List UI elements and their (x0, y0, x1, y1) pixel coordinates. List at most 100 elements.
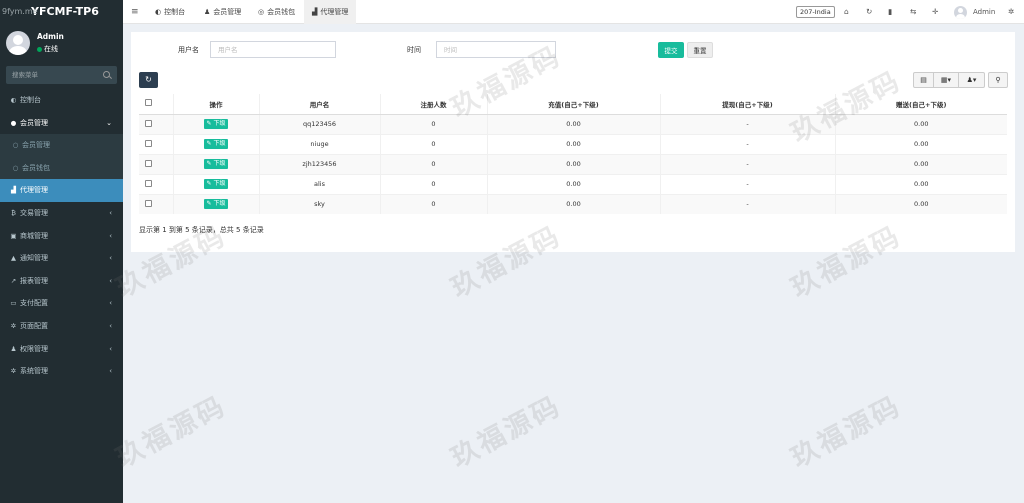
sidebar-item-members[interactable]: ● 会员管理 ⌄ (0, 112, 123, 135)
refresh-button[interactable]: ↻ (139, 72, 158, 88)
sidebar-subitem-wallet[interactable]: ○ 会员钱包 (0, 156, 123, 180)
subordinates-button[interactable]: ✎ 下级 (203, 139, 229, 149)
table-row: ✎ 下级 niuge 0 0.00 - 0.00 (139, 133, 1007, 154)
settings-icon[interactable]: ✲ (1008, 7, 1014, 16)
chevron-left-icon: ‹ (109, 276, 112, 285)
sidebar-item-agents[interactable]: ▟ 代理管理 (0, 179, 123, 202)
sidebar-item-notify[interactable]: ▲ 通知管理 ‹ (0, 247, 123, 270)
cell-gift: 0.00 (834, 113, 1007, 134)
translate-icon[interactable]: ⇆ (910, 7, 916, 16)
columns-dropdown-icon[interactable]: ▦▾ (934, 73, 959, 87)
reset-button[interactable]: 重置 (687, 42, 713, 58)
cell-username: qq123456 (258, 113, 380, 134)
table-row: ✎ 下级 sky 0 0.00 - 0.00 (139, 193, 1007, 214)
top-header: ≡ ◐ 控制台 ♟ 会员管理 ◎ 会员钱包 ▟ 代理管理 207-India ⌂ ↻ ▮… (123, 0, 1024, 24)
sitemap-icon: ▟ (11, 186, 16, 195)
sidebar: 9fym.me YFCMF-TP6 Admin 在线 ◐控制台 ●会员管理⌄ ○… (0, 0, 123, 503)
circle-icon: ○ (12, 163, 19, 172)
home-icon[interactable]: ⌂ (844, 7, 849, 16)
cell-recharge: 0.00 (486, 113, 660, 134)
col-header-withdraw: 提现(自己+下级) (659, 94, 835, 115)
row-checkbox[interactable] (139, 153, 173, 174)
watermark-text: 玖福源码 (446, 390, 567, 475)
menu-toggle-icon[interactable]: ≡ (131, 7, 139, 17)
fullscreen-icon[interactable]: ✛ (932, 7, 938, 16)
table-row: ✎ 下级 zjh123456 0 0.00 - 0.00 (139, 153, 1007, 174)
tab-wallet[interactable]: ◎ 会员钱包 (258, 0, 295, 24)
header-avatar[interactable] (954, 6, 967, 19)
table-search-button[interactable]: ⚲ (988, 72, 1008, 88)
avatar (6, 31, 30, 55)
search-icon[interactable] (103, 71, 110, 78)
site-watermark: 9fym.me (2, 7, 38, 16)
cell-withdraw: - (659, 193, 835, 214)
subordinates-button[interactable]: ✎ 下级 (203, 159, 229, 169)
cell-username: niuge (258, 133, 380, 154)
row-checkbox[interactable] (139, 113, 173, 134)
cell-recharge: 0.00 (486, 133, 660, 154)
subordinates-button[interactable]: ✎ 下级 (203, 199, 229, 210)
sidebar-item-payment[interactable]: ▭ 支付配置 ‹ (0, 292, 123, 315)
line-chart-icon: ↗ (10, 276, 17, 285)
sidebar-item-system[interactable]: ✲ 系统管理 ‹ (0, 360, 123, 383)
circle-icon: ○ (12, 141, 19, 150)
language-selector[interactable]: 207-India (796, 6, 835, 18)
sidebar-search (6, 66, 117, 84)
cell-gift: 0.00 (834, 193, 1007, 214)
cell-registered: 0 (379, 193, 487, 214)
cell-registered: 0 (379, 133, 487, 154)
cell-withdraw: - (659, 133, 835, 154)
chevron-down-icon: ⌄ (106, 118, 112, 127)
sidebar-item-trade[interactable]: ₿ 交易管理 ‹ (0, 202, 123, 225)
trash-icon[interactable]: ▮ (888, 7, 892, 16)
username-label: 用户名 (178, 46, 199, 54)
time-input[interactable] (436, 41, 556, 58)
sidebar-search-input[interactable] (6, 66, 96, 84)
subordinates-button[interactable]: ✎ 下级 (203, 119, 229, 129)
brand-logo[interactable]: 9fym.me YFCMF-TP6 (0, 0, 123, 24)
users-icon: ♟ (10, 344, 17, 353)
tab-dashboard[interactable]: ◐ 控制台 (155, 0, 185, 24)
sidebar-subitem-members[interactable]: ○ 会员管理 (0, 134, 123, 157)
sidebar-menu: ◐ 控制台 ● 会员管理 ⌄ ○ 会员管理 ○ 会员钱包 ▟ 代理管理 ₿ 交易管理 ‹ ▣ 商城… (0, 89, 123, 383)
cell-withdraw: - (659, 113, 835, 134)
sidebar-item-reports[interactable]: ↗ 报表管理 ‹ (0, 270, 123, 293)
refresh-icon[interactable]: ↻ (866, 7, 872, 16)
cell-gift: 0.00 (834, 153, 1007, 174)
cell-username: sky (258, 193, 380, 214)
tab-agents[interactable]: ▟ 代理管理 (304, 0, 357, 24)
submit-button[interactable]: 提交 (658, 42, 684, 58)
time-label: 时间 (407, 46, 421, 54)
tab-members[interactable]: ♟ 会员管理 (204, 0, 241, 24)
chevron-left-icon: ‹ (109, 208, 112, 217)
cell-username: alis (258, 173, 380, 194)
dashboard-icon: ◐ (155, 8, 162, 16)
header-username[interactable]: Admin (973, 8, 995, 16)
chevron-left-icon: ‹ (109, 321, 112, 330)
sidebar-item-shop[interactable]: ▣ 商城管理 ‹ (0, 225, 123, 248)
sidebar-item-dashboard[interactable]: ◐ 控制台 (0, 89, 123, 112)
credit-card-icon: ▭ (10, 299, 17, 308)
user-circle-icon: ● (10, 118, 17, 127)
sidebar-item-permissions[interactable]: ♟ 权限管理 ‹ (0, 338, 123, 361)
toggle-view-icon[interactable]: ▤ (914, 73, 934, 87)
toolbar-group: ▤ ▦▾ ♟▾ (913, 72, 985, 88)
col-header-recharge: 充值(自己+下级) (486, 94, 660, 115)
bitcoin-icon: ₿ (11, 208, 16, 217)
shop-icon: ▣ (10, 231, 17, 240)
row-checkbox[interactable] (139, 193, 173, 214)
select-all-checkbox[interactable] (139, 94, 173, 115)
sidebar-item-pages[interactable]: ✲ 页面配置 ‹ (0, 315, 123, 338)
gear-icon: ✲ (10, 321, 17, 330)
user-status: 在线 (37, 44, 58, 54)
row-checkbox[interactable] (139, 173, 173, 194)
subordinates-button[interactable]: ✎ 下级 (203, 179, 229, 189)
user-panel: Admin 在线 (0, 24, 123, 62)
export-dropdown-icon[interactable]: ♟▾ (959, 73, 984, 87)
chevron-left-icon: ‹ (109, 231, 112, 240)
dashboard-icon: ◐ (10, 96, 17, 104)
row-checkbox[interactable] (139, 133, 173, 154)
cell-username: zjh123456 (258, 153, 380, 174)
cell-withdraw: - (659, 173, 835, 194)
username-input[interactable] (210, 41, 336, 58)
